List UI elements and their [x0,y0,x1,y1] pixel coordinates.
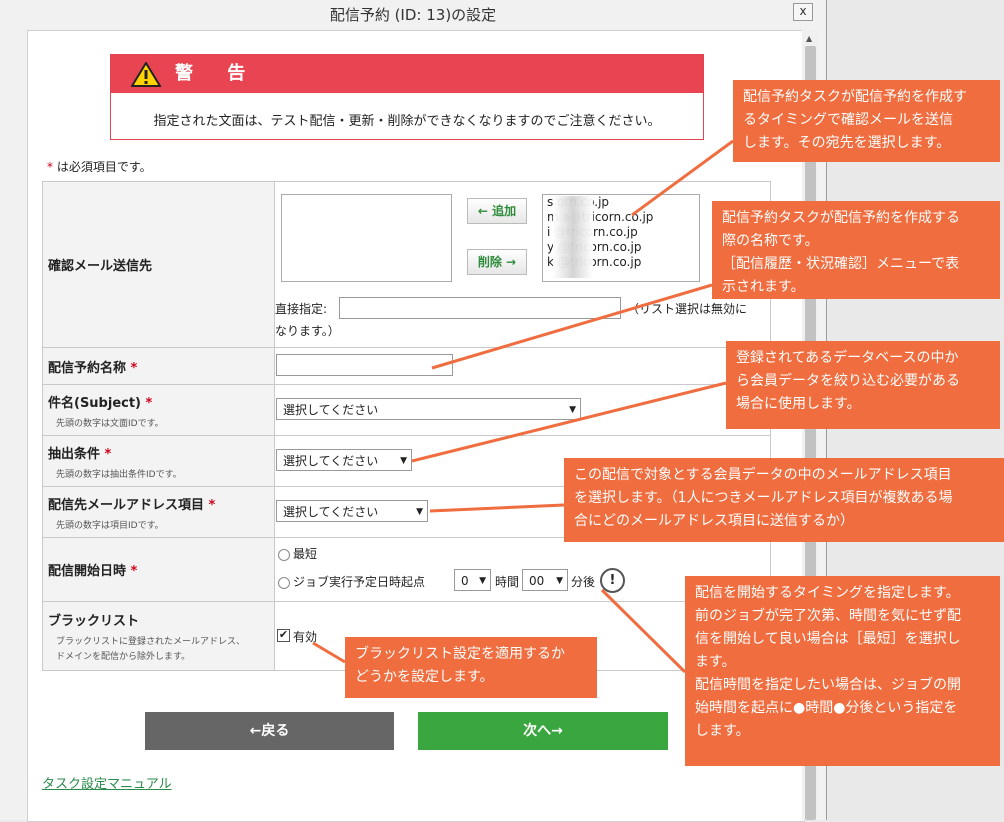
callout-confirm-mail: 配信予約タスクが配信予約を作成す るタイミングで確認メールを送信 します。その宛先を… [733,80,1000,162]
callout-line [429,503,565,513]
callout-line [431,283,713,370]
callout-line [312,641,346,664]
callout-name: 配信予約タスクが配信予約を作成する 際の名称です。 ［配信履歴・状況確認］メニューで… [712,201,1000,299]
callout-line [600,588,687,674]
callout-line [411,381,727,463]
callout-mail-field: この配信で対象とする会員データの中のメールアドレス項目 を選択します。（1人につき… [564,458,1004,542]
callout-condition: 登録されてあるデータベースの中か ら会員データを絞り込む必要がある 場合に使用します… [726,341,1000,429]
callout-start-time: 配信を開始するタイミングを指定します。 前のジョブが完了次第、時間を気にせず配 信を… [685,576,1000,766]
callout-blacklist: ブラックリスト設定を適用するか どうかを設定します。 [345,637,597,698]
